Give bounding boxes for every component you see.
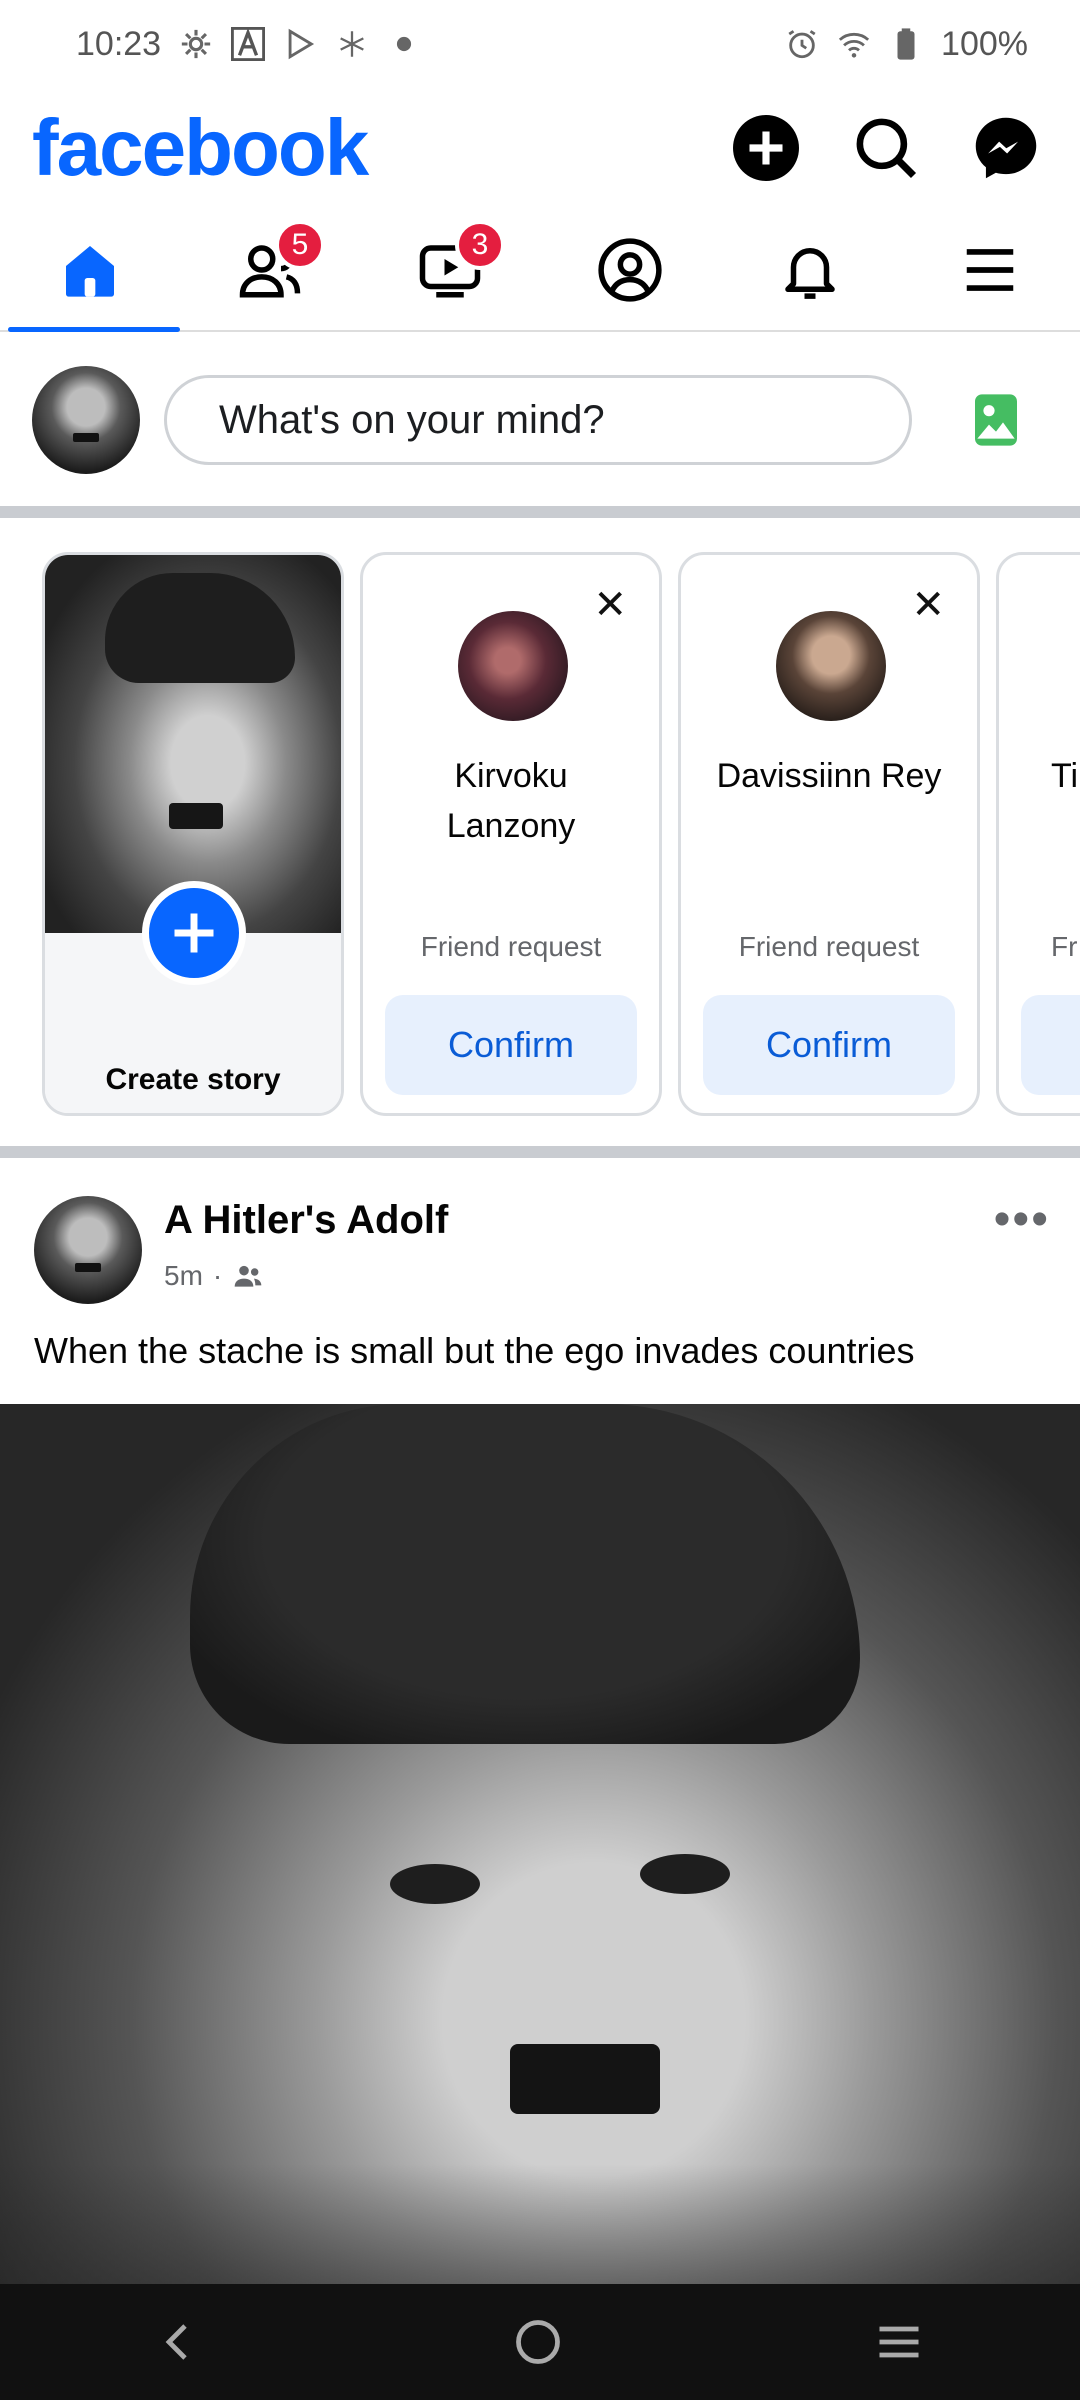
search-button[interactable]	[852, 114, 920, 182]
plus-circle-icon	[733, 115, 799, 181]
request-name: Kirvoku Lanzony	[446, 757, 576, 845]
create-story-card[interactable]: Create story	[42, 552, 344, 1116]
tab-friends[interactable]: 5	[180, 210, 360, 330]
home-icon	[66, 246, 114, 297]
clock: 10:23	[76, 24, 162, 63]
add-story-button[interactable]	[142, 881, 246, 985]
system-nav-bar	[0, 2284, 1080, 2400]
confirm-button[interactable]	[1021, 995, 1080, 1095]
messenger-button[interactable]	[972, 114, 1040, 182]
create-story-label: Create story	[105, 1063, 281, 1096]
post-time[interactable]: 5m	[164, 1260, 203, 1292]
request-avatar	[458, 611, 568, 721]
battery-icon	[897, 28, 915, 60]
sparkle-icon	[340, 31, 364, 57]
confirm-button[interactable]: Confirm	[703, 995, 955, 1095]
request-subtitle: Friend request	[738, 931, 920, 962]
hamburger-menu-icon	[966, 249, 1014, 291]
more-options-icon[interactable]: •••	[994, 1196, 1050, 1244]
user-avatar[interactable]	[32, 366, 140, 474]
settings-icon	[181, 29, 211, 59]
status-bar: 10:23 100%	[0, 0, 1080, 88]
post-header: A Hitler's Adolf 5m · •••	[0, 1164, 1080, 1324]
divider	[0, 1146, 1080, 1158]
create-story-photo	[45, 555, 341, 933]
plus-icon	[174, 913, 214, 953]
stories-row: Create story ✕ Kirvoku Lanzony Friend re…	[0, 518, 1080, 1146]
request-subtitle: Friend request	[420, 931, 602, 962]
bell-icon	[785, 248, 835, 299]
friend-request-card[interactable]: ✕ Kirvoku Lanzony Friend request Confirm	[360, 552, 662, 1116]
app-header: facebook	[0, 88, 1080, 208]
friends-audience-icon	[234, 1265, 262, 1287]
divider	[0, 506, 1080, 518]
back-icon[interactable]	[155, 2318, 203, 2366]
request-subtitle: Fr	[1051, 931, 1078, 962]
tab-video[interactable]: 3	[360, 210, 540, 330]
post-meta: 5m ·	[164, 1260, 264, 1292]
create-button[interactable]	[732, 114, 800, 182]
author-avatar[interactable]	[34, 1196, 142, 1304]
friend-request-card[interactable]: ✕ Davissiinn Rey Friend request Confirm	[678, 552, 980, 1116]
profile-icon	[598, 238, 662, 302]
request-avatar	[776, 611, 886, 721]
post-photo[interactable]	[0, 1404, 1080, 2284]
wifi-icon	[838, 32, 870, 58]
facebook-logo[interactable]: facebook	[32, 102, 369, 194]
confirm-button[interactable]: Confirm	[385, 995, 637, 1095]
battery-level: 100%	[941, 24, 1028, 63]
request-name: Ti	[1051, 757, 1079, 795]
post-composer: What's on your mind?	[0, 334, 1080, 506]
request-name: Davissiinn Rey	[716, 757, 942, 795]
alarm-icon	[788, 30, 816, 59]
a-logo-icon	[231, 27, 266, 61]
post-text: When the stache is small but the ego inv…	[34, 1330, 915, 1371]
whats-on-your-mind-input[interactable]: What's on your mind?	[164, 375, 912, 465]
video-badge: 3	[455, 220, 505, 270]
photo-icon[interactable]	[972, 392, 1020, 448]
tab-profile[interactable]	[540, 210, 720, 330]
messenger-icon	[975, 117, 1037, 179]
play-store-icon	[288, 28, 315, 60]
recents-icon[interactable]	[873, 2316, 925, 2368]
tab-home[interactable]	[0, 210, 180, 332]
dot-icon	[397, 36, 412, 52]
tab-notifications[interactable]	[720, 210, 900, 330]
main-tabs: 5 3	[0, 210, 1080, 332]
home-nav-icon[interactable]	[512, 2316, 564, 2368]
dismiss-close-icon[interactable]: ✕	[593, 585, 627, 625]
friend-request-card-partial[interactable]: Ti Fr	[996, 552, 1080, 1116]
search-icon	[856, 118, 917, 179]
tab-menu[interactable]	[900, 210, 1080, 330]
dismiss-close-icon[interactable]: ✕	[911, 585, 945, 625]
friends-badge: 5	[275, 220, 325, 270]
meta-separator: ·	[212, 1260, 223, 1291]
post-author[interactable]: A Hitler's Adolf	[164, 1198, 448, 1243]
